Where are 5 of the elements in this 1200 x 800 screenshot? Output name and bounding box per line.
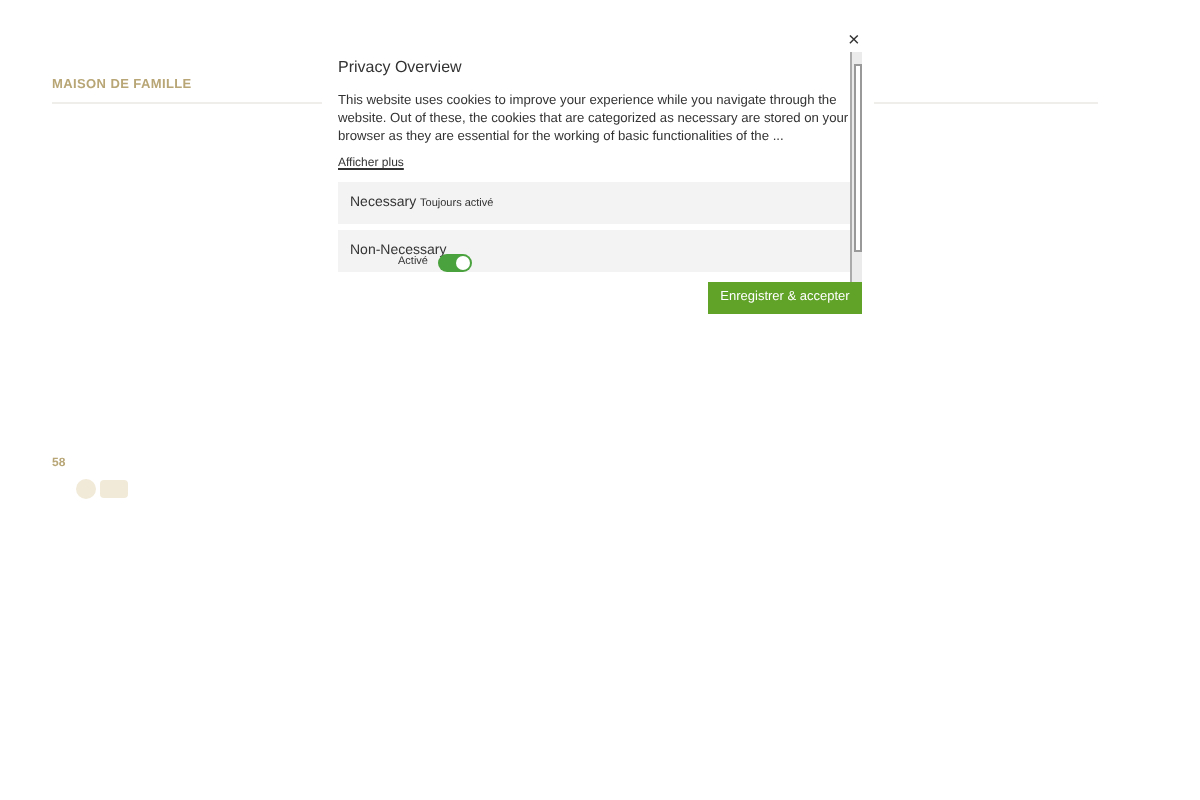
scrollbar[interactable]	[850, 52, 862, 284]
close-button[interactable]: ×	[848, 32, 860, 52]
modal-title: Privacy Overview	[338, 56, 464, 80]
social-icons-drawing	[76, 477, 130, 500]
toggle-switch[interactable]	[438, 253, 472, 271]
